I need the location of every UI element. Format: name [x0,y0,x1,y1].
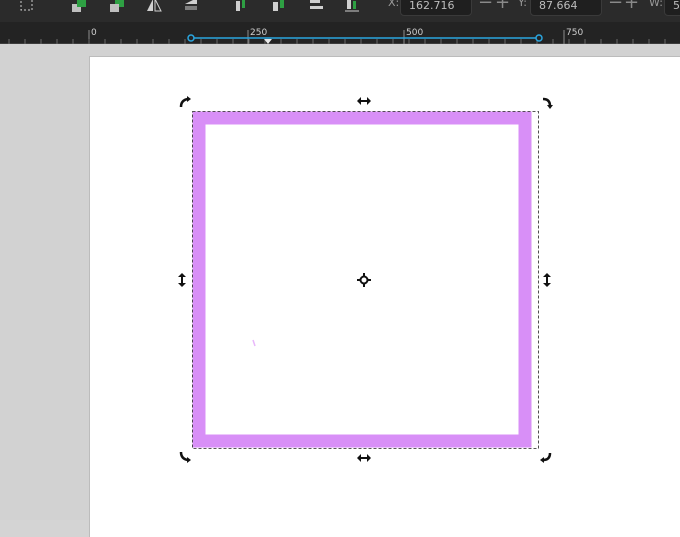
x-label: X: [388,0,400,9]
skew-handle-top-icon[interactable] [355,92,373,110]
rotate-handle-top-right-icon[interactable] [537,94,555,112]
skew-handle-bottom-icon[interactable] [355,449,373,467]
drawing-canvas[interactable] [0,44,680,537]
y-label: Y: [518,0,527,9]
horizontal-ruler[interactable]: 0 250 500 750 [0,22,680,44]
y-decrement-button[interactable]: − [608,0,623,12]
x-increment-button[interactable]: + [495,0,510,12]
y-field[interactable]: 87.664 [530,0,602,16]
skew-handle-left-icon[interactable] [173,271,191,289]
w-field[interactable]: 54 [664,0,680,16]
select-all-icon[interactable] [16,0,38,16]
skew-handle-right-icon[interactable] [538,271,556,289]
align-top-icon[interactable] [230,0,252,16]
rotate-handle-bottom-left-icon[interactable] [176,447,194,465]
canvas-overlay [192,111,539,449]
lower-icon[interactable] [106,0,128,16]
rotate-handle-bottom-right-icon[interactable] [537,447,555,465]
align-middle-icon[interactable] [268,0,290,16]
flip-vertical-icon[interactable] [180,0,202,16]
rotate-handle-top-left-icon[interactable] [176,94,194,112]
align-left-icon[interactable] [305,0,327,16]
ruler-label-750: 750 [566,28,584,38]
w-label: W: [649,0,663,9]
ruler-label-0: 0 [91,28,97,38]
rotation-center-icon[interactable] [355,271,373,289]
y-increment-button[interactable]: + [624,0,639,12]
align-bottom-icon[interactable] [341,0,363,16]
x-field[interactable]: 162.716 [400,0,472,16]
ruler-label-500: 500 [406,28,424,38]
toolbar: X: 162.716 − + Y: 87.664 − + W: 54 [0,0,680,22]
selection-start-marker [187,34,195,42]
raise-icon[interactable] [68,0,90,16]
selection-end-marker [535,34,543,42]
flip-horizontal-icon[interactable] [143,0,165,16]
x-decrement-button[interactable]: − [478,0,493,12]
ruler-label-250: 250 [250,28,268,38]
